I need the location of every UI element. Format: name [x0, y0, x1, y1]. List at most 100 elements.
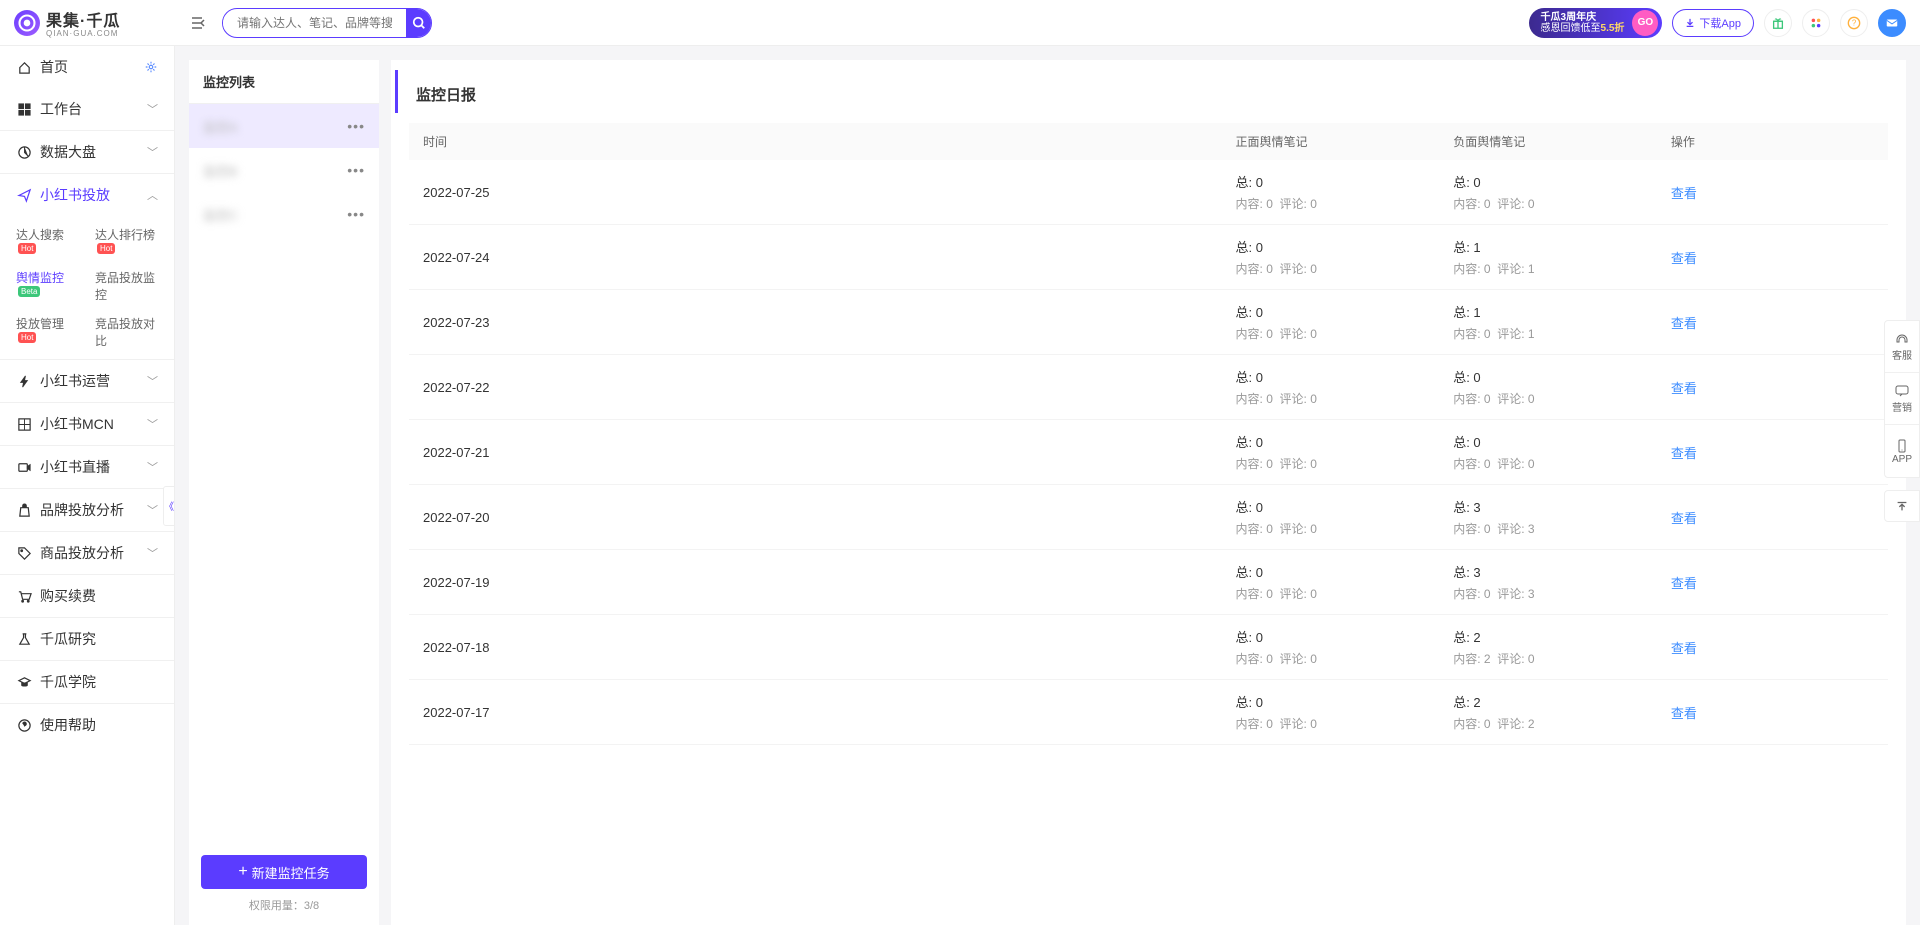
float-toolbar: 客服 营销 APP	[1884, 320, 1920, 478]
scroll-top-button[interactable]	[1884, 490, 1920, 522]
gear-icon[interactable]	[144, 60, 158, 74]
cell-positive: 总: 0内容: 0 评论: 0	[1236, 432, 1454, 472]
cell-negative: 总: 0内容: 0 评论: 0	[1453, 367, 1671, 407]
cell-positive: 总: 0内容: 0 评论: 0	[1236, 562, 1454, 602]
view-link[interactable]: 查看	[1671, 511, 1697, 526]
chevron-down-icon: ﹀	[147, 373, 158, 389]
promo-line2: 感恩回馈低至5.5折	[1541, 23, 1625, 34]
nav-item-3[interactable]: 小红书投放︿	[0, 174, 174, 216]
sidebar-hide-toggle[interactable]: 《	[163, 486, 175, 526]
help-icon	[16, 717, 32, 733]
plus-icon: +	[238, 864, 247, 880]
table-row: 2022-07-18总: 0内容: 0 评论: 0总: 2内容: 2 评论: 0…	[409, 615, 1888, 680]
monitor-item-2[interactable]: 监控C•••	[189, 192, 379, 236]
sub-nav-4[interactable]: 投放管理Hot	[8, 309, 87, 355]
nav-label: 品牌投放分析	[40, 500, 124, 520]
float-customer-service[interactable]: 客服	[1885, 321, 1919, 373]
new-monitor-task-button[interactable]: + 新建监控任务	[201, 855, 367, 889]
nav-item-4[interactable]: 小红书运营﹀	[0, 360, 174, 403]
home-icon	[16, 59, 32, 75]
cell-date: 2022-07-21	[423, 445, 1236, 460]
cell-positive: 总: 0内容: 0 评论: 0	[1236, 367, 1454, 407]
badge-hot: Hot	[97, 243, 115, 254]
nav-label: 小红书投放	[40, 185, 110, 205]
cell-positive: 总: 0内容: 0 评论: 0	[1236, 172, 1454, 212]
download-app-button[interactable]: 下载App	[1672, 9, 1754, 37]
logo[interactable]: 果集·千瓜 QIAN·GUA.COM	[14, 7, 174, 38]
view-link[interactable]: 查看	[1671, 251, 1697, 266]
view-link[interactable]: 查看	[1671, 186, 1697, 201]
sub-nav-1[interactable]: 达人排行榜Hot	[87, 220, 166, 263]
nav-label: 使用帮助	[40, 715, 96, 735]
monitor-list-panel: 监控列表 监控A•••监控B•••监控C••• + 新建监控任务 权限用量：3/…	[189, 60, 379, 925]
search-input[interactable]	[223, 16, 406, 30]
monitor-item-1[interactable]: 监控B•••	[189, 148, 379, 192]
nav-label: 数据大盘	[40, 142, 96, 162]
grid-icon	[16, 416, 32, 432]
svg-text:?: ?	[1852, 18, 1857, 27]
chevron-down-icon: ﹀	[147, 144, 158, 160]
nav-label: 小红书MCN	[40, 414, 114, 434]
chevron-down-icon: ﹀	[147, 545, 158, 561]
table-row: 2022-07-19总: 0内容: 0 评论: 0总: 3内容: 0 评论: 3…	[409, 550, 1888, 615]
nav-label: 千瓜学院	[40, 672, 96, 692]
col-negative: 负面舆情笔记	[1453, 133, 1671, 150]
bag-icon	[16, 502, 32, 518]
search-icon	[412, 16, 426, 30]
nav-item-5[interactable]: 小红书MCN﹀	[0, 403, 174, 446]
promo-go-button[interactable]: GO	[1632, 10, 1658, 36]
view-link[interactable]: 查看	[1671, 706, 1697, 721]
view-link[interactable]: 查看	[1671, 316, 1697, 331]
table-row: 2022-07-17总: 0内容: 0 评论: 0总: 2内容: 0 评论: 2…	[409, 680, 1888, 745]
float-app[interactable]: APP	[1885, 425, 1919, 477]
sub-nav-3[interactable]: 竞品投放监控	[87, 263, 166, 309]
search-button[interactable]	[406, 8, 431, 38]
nav-item-2[interactable]: 数据大盘 ﹀	[0, 131, 174, 174]
gift-icon[interactable]	[1764, 9, 1792, 37]
sidebar: 首页工作台﹀ 数据大盘 ﹀ 小红书投放︿达人搜索Hot达人排行榜Hot舆情监控Beta…	[0, 46, 175, 925]
cart-icon	[16, 588, 32, 604]
col-positive: 正面舆情笔记	[1236, 133, 1454, 150]
view-link[interactable]: 查看	[1671, 641, 1697, 656]
float-marketing[interactable]: 营销	[1885, 373, 1919, 425]
monitor-item-0[interactable]: 监控A•••	[189, 104, 379, 148]
more-icon[interactable]: •••	[347, 118, 365, 134]
promo-banner[interactable]: 千瓜3周年庆 感恩回馈低至5.5折 GO	[1529, 8, 1663, 38]
report-panel: 监控日报 时间 正面舆情笔记 负面舆情笔记 操作 2022-07-25总: 0内…	[379, 60, 1906, 925]
nav-label: 小红书直播	[40, 457, 110, 477]
nav-item-7[interactable]: 品牌投放分析﹀	[0, 489, 174, 532]
nav-item-9[interactable]: 购买续费	[0, 575, 174, 618]
sub-nav-5[interactable]: 竞品投放对比	[87, 309, 166, 355]
badge-hot: Hot	[18, 243, 36, 254]
sub-nav-2[interactable]: 舆情监控Beta	[8, 263, 87, 309]
nav-item-10[interactable]: 千瓜研究	[0, 618, 174, 661]
cell-date: 2022-07-25	[423, 185, 1236, 200]
nav-label: 购买续费	[40, 586, 96, 606]
nav-item-11[interactable]: 千瓜学院	[0, 661, 174, 704]
cell-positive: 总: 0内容: 0 评论: 0	[1236, 237, 1454, 277]
view-link[interactable]: 查看	[1671, 381, 1697, 396]
more-icon[interactable]: •••	[347, 162, 365, 178]
chevron-down-icon: ﹀	[147, 101, 158, 117]
cell-negative: 总: 1内容: 0 评论: 1	[1453, 237, 1671, 277]
nav-item-0[interactable]: 首页	[0, 46, 174, 88]
apps-icon[interactable]	[1802, 9, 1830, 37]
nav-item-1[interactable]: 工作台﹀	[0, 88, 174, 131]
cell-date: 2022-07-24	[423, 250, 1236, 265]
sidebar-collapse-button[interactable]	[186, 11, 210, 35]
nav-item-8[interactable]: 商品投放分析﹀	[0, 532, 174, 575]
monitor-list-title: 监控列表	[189, 60, 379, 104]
help-icon[interactable]: ?	[1840, 9, 1868, 37]
cell-date: 2022-07-23	[423, 315, 1236, 330]
view-link[interactable]: 查看	[1671, 576, 1697, 591]
more-icon[interactable]: •••	[347, 206, 365, 222]
brand-name: 果集·千瓜	[46, 7, 120, 31]
nav-item-6[interactable]: 小红书直播﹀	[0, 446, 174, 489]
cell-negative: 总: 2内容: 0 评论: 2	[1453, 692, 1671, 732]
view-link[interactable]: 查看	[1671, 446, 1697, 461]
sub-nav-0[interactable]: 达人搜索Hot	[8, 220, 87, 263]
nav-item-12[interactable]: 使用帮助	[0, 704, 174, 746]
cell-date: 2022-07-19	[423, 575, 1236, 590]
mail-icon[interactable]	[1878, 9, 1906, 37]
download-icon	[1685, 18, 1695, 28]
